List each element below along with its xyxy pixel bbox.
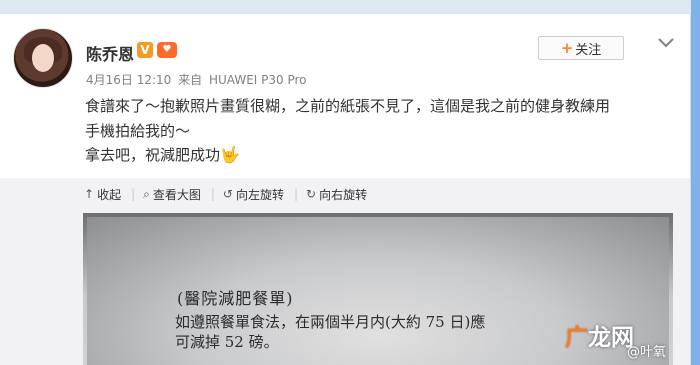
post-body: 食譜來了～抱歉照片畫質很糊，之前的紙張不見了，這個是我之前的健身教練用 手機拍給… — [85, 94, 685, 168]
rock-hand-emoji-icon: 🤟 — [220, 145, 240, 164]
chevron-down-icon[interactable] — [656, 36, 676, 50]
avatar[interactable] — [13, 28, 73, 88]
rotate-left-label: 向左旋转 — [235, 187, 284, 202]
post-line-3-text: 拿去吧，祝減肥成功 — [85, 146, 221, 164]
toolbar-divider: | — [131, 187, 136, 201]
toolbar-divider: | — [294, 187, 299, 201]
avatar-face — [32, 44, 54, 72]
watermark-logo: 广 — [565, 325, 588, 351]
collapse-label: 收起 — [97, 187, 122, 202]
page-scrollbar[interactable] — [691, 0, 700, 365]
view-large-label: 查看大图 — [152, 187, 201, 202]
post-line-3: 拿去吧，祝減肥成功🤟 — [85, 143, 685, 168]
up-arrow-icon: ↑ — [84, 187, 95, 201]
image-toolbar: ↑ 收起 | ⌕ 查看大图 | ↺ 向左旋转 | ↻ 向右旋转 — [84, 183, 377, 205]
rotate-right-icon: ↻ — [306, 187, 317, 201]
username[interactable]: 陈乔恩 — [86, 41, 134, 65]
rotate-left-icon: ↺ — [222, 187, 233, 201]
top-strip — [0, 0, 700, 14]
collapse-button[interactable]: ↑ 收起 — [84, 186, 121, 203]
rotate-left-button[interactable]: ↺ 向左旋转 — [223, 186, 284, 203]
rotate-right-label: 向右旋转 — [319, 187, 368, 202]
watermark-sub: @叶氧 — [627, 345, 667, 360]
photo-doc-line-2: 可減掉 52 磅。 — [175, 333, 279, 351]
source-device[interactable]: HUAWEI P30 Pro — [209, 73, 307, 87]
photo-doc-title: (醫院減肥餐單) — [177, 289, 294, 308]
post-meta: 4月16日 12:10 来自 HUAWEI P30 Pro — [86, 71, 310, 88]
verified-v-icon[interactable]: V — [137, 42, 153, 58]
photo-doc-line-1: 如遵照餐單食法，在兩個半月内(大約 75 日)應 — [175, 313, 486, 331]
member-level-icon[interactable]: ♥ — [157, 42, 177, 58]
post-line-1: 食譜來了～抱歉照片畫質很糊，之前的紙張不見了，這個是我之前的健身教練用 — [85, 97, 611, 115]
plus-icon: + — [560, 39, 574, 57]
post-line-2: 手機拍給我的～ — [85, 121, 191, 140]
post-timestamp[interactable]: 4月16日 12:10 — [86, 73, 171, 87]
magnify-icon: ⌕ — [143, 186, 150, 201]
rotate-right-button[interactable]: ↻ 向右旋转 — [306, 186, 367, 203]
follow-label: 关注 — [575, 42, 602, 58]
view-large-button[interactable]: ⌕ 查看大图 — [143, 186, 201, 203]
toolbar-divider: | — [210, 187, 215, 201]
source-prefix: 来自 — [178, 73, 203, 87]
follow-button[interactable]: + 关注 — [538, 36, 624, 60]
watermark: 广龙网 — [565, 318, 634, 352]
